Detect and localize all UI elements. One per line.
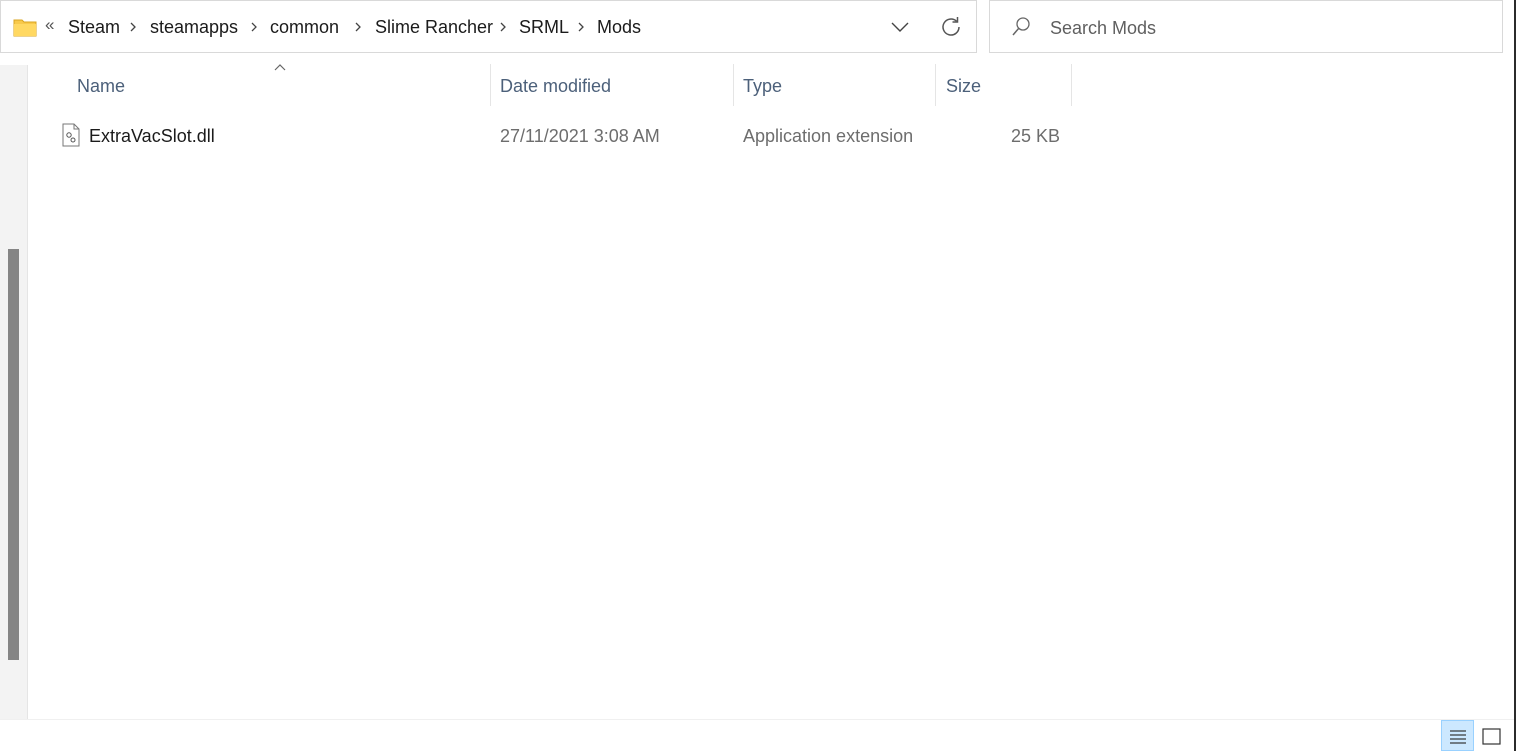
breadcrumb-overflow-button[interactable]: « [45,15,54,35]
status-bar-divider [0,719,1516,720]
breadcrumb-steamapps[interactable]: steamapps [150,17,238,38]
column-divider[interactable] [1071,64,1072,106]
column-header-size[interactable]: Size [946,64,1071,106]
chevron-right-icon[interactable] [351,20,365,34]
details-view-icon [1450,730,1466,744]
column-divider[interactable] [935,64,936,106]
large-icons-view-icon [1482,728,1501,745]
folder-icon [13,19,37,37]
file-row[interactable]: ExtraVacSlot.dll 27/11/2021 3:08 AM Appl… [50,116,1072,156]
refresh-icon[interactable] [937,13,965,41]
column-header-name[interactable]: Name [77,64,490,106]
search-icon [1012,17,1030,36]
column-header-date-modified[interactable]: Date modified [500,64,733,106]
file-date-modified: 27/11/2021 3:08 AM [500,126,660,146]
large-icons-view-button[interactable] [1479,720,1505,751]
breadcrumb-slime-rancher[interactable]: Slime Rancher [375,17,493,38]
file-type: Application extension [743,126,914,146]
breadcrumb-mods[interactable]: Mods [597,17,641,38]
chevron-right-icon[interactable] [574,20,588,34]
column-divider[interactable] [733,64,734,106]
file-name: ExtraVacSlot.dll [89,126,215,146]
chevron-down-icon[interactable] [888,17,912,37]
chevron-right-icon[interactable] [247,20,261,34]
column-header-type[interactable]: Type [743,64,935,106]
details-view-button[interactable] [1441,720,1474,751]
breadcrumb-srml[interactable]: SRML [519,17,569,38]
search-input[interactable]: Search Mods [1050,18,1156,39]
chevron-right-icon[interactable] [126,20,140,34]
address-bar[interactable]: « Steam steamapps common Slime Rancher S… [0,0,977,53]
file-size: 25 KB [1010,126,1060,146]
dll-file-icon [62,123,80,147]
column-divider[interactable] [490,64,491,106]
chevron-right-icon[interactable] [496,20,510,34]
breadcrumb-common[interactable]: common [270,17,339,38]
breadcrumb-steam[interactable]: Steam [68,17,120,38]
search-box[interactable]: Search Mods [989,0,1503,53]
navigation-scrollbar-thumb[interactable] [8,249,19,660]
